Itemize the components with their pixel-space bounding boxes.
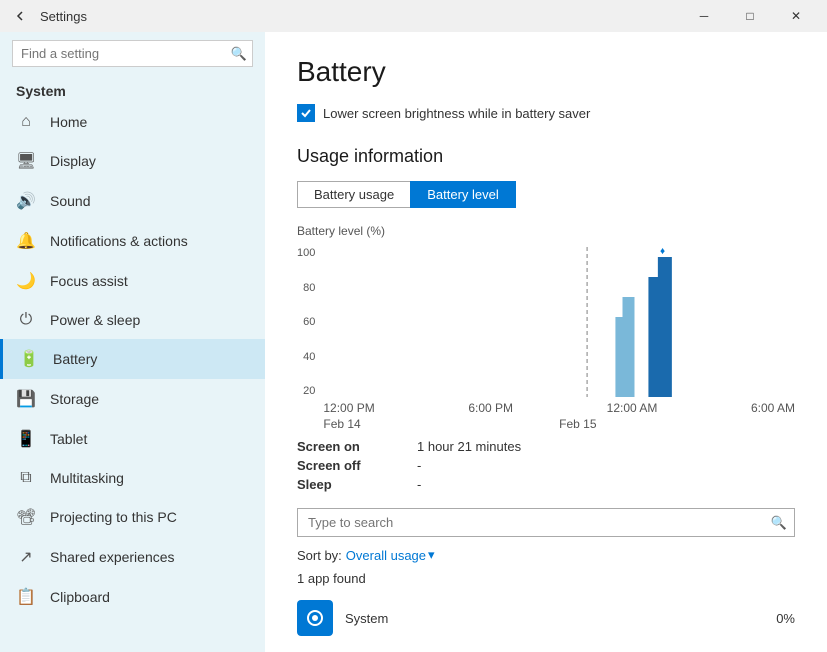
storage-icon: 💾 xyxy=(16,389,36,409)
sidebar-item-label-storage: Storage xyxy=(50,391,99,407)
y-tick-20: 20 xyxy=(297,385,315,397)
sidebar-item-label-home: Home xyxy=(50,114,87,130)
tab-group: Battery usage Battery level xyxy=(297,181,795,208)
sidebar-search-icon: 🔍 xyxy=(231,46,247,62)
sidebar-item-notifications[interactable]: 🔔 Notifications & actions xyxy=(0,221,265,261)
maximize-button[interactable]: □ xyxy=(727,0,773,32)
chart-body: ♦ xyxy=(323,247,795,397)
sort-label: Sort by: xyxy=(297,548,342,563)
sidebar-item-label-notifications: Notifications & actions xyxy=(50,233,188,249)
svg-text:♦: ♦ xyxy=(660,247,665,257)
notifications-icon: 🔔 xyxy=(16,231,36,251)
sort-chevron-icon: ▾ xyxy=(428,547,435,563)
close-button[interactable]: ✕ xyxy=(773,0,819,32)
clipboard-icon: 📋 xyxy=(16,587,36,607)
home-icon: ⌂ xyxy=(16,113,36,131)
app-icon-system xyxy=(297,600,333,636)
titlebar: Settings ─ □ ✕ xyxy=(0,0,827,32)
usage-section-title: Usage information xyxy=(297,146,795,167)
app-title: Settings xyxy=(40,9,87,24)
sleep-label: Sleep xyxy=(297,477,417,492)
sidebar-item-home[interactable]: ⌂ Home xyxy=(0,103,265,141)
sidebar: 🔍 System ⌂ Home 🖥 Display 🔊 Sound 🔔 Noti… xyxy=(0,32,265,652)
sort-row: Sort by: Overall usage ▾ xyxy=(297,547,795,563)
sidebar-item-label-multitasking: Multitasking xyxy=(50,470,124,486)
sidebar-item-power[interactable]: ⏻ Power & sleep xyxy=(0,301,265,339)
sidebar-item-label-projecting: Projecting to this PC xyxy=(50,509,177,525)
sort-value: Overall usage xyxy=(346,548,426,563)
screen-off-label: Screen off xyxy=(297,458,417,473)
tab-battery-usage[interactable]: Battery usage xyxy=(297,181,410,208)
power-icon: ⏻ xyxy=(16,311,36,329)
sidebar-item-clipboard[interactable]: 📋 Clipboard xyxy=(0,577,265,617)
sidebar-search-container: 🔍 xyxy=(0,32,265,75)
sort-dropdown[interactable]: Overall usage ▾ xyxy=(346,547,435,563)
tab-battery-level[interactable]: Battery level xyxy=(410,181,516,208)
tablet-icon: 📱 xyxy=(16,429,36,449)
sidebar-item-label-clipboard: Clipboard xyxy=(50,589,110,605)
app-row: System 0% xyxy=(297,594,795,642)
sidebar-search-input[interactable] xyxy=(12,40,253,67)
sidebar-section-label: System xyxy=(0,75,265,103)
screen-on-label: Screen on xyxy=(297,439,417,454)
sidebar-item-label-power: Power & sleep xyxy=(50,312,140,328)
sleep-value: - xyxy=(417,477,795,492)
date-feb14: Feb 14 xyxy=(323,417,360,431)
y-tick-100: 100 xyxy=(297,247,315,259)
main-content: Battery Lower screen brightness while in… xyxy=(265,32,827,652)
sidebar-item-battery[interactable]: 🔋 Battery xyxy=(0,339,265,379)
minimize-button[interactable]: ─ xyxy=(681,0,727,32)
y-tick-40: 40 xyxy=(297,351,315,363)
sidebar-item-label-sound: Sound xyxy=(50,193,90,209)
brightness-checkbox[interactable] xyxy=(297,104,315,122)
sidebar-item-display[interactable]: 🖥 Display xyxy=(0,141,265,181)
projecting-icon: 📽 xyxy=(16,507,36,527)
y-tick-60: 60 xyxy=(297,316,315,328)
page-title: Battery xyxy=(297,56,795,88)
x-tick-1200am: 12:00 AM xyxy=(607,401,658,415)
screen-off-value: - xyxy=(417,458,795,473)
app-name: System xyxy=(345,611,764,626)
x-tick-600am: 6:00 AM xyxy=(751,401,795,415)
brightness-label: Lower screen brightness while in battery… xyxy=(323,106,590,121)
x-tick-600pm: 6:00 PM xyxy=(468,401,513,415)
multitasking-icon: ⧉ xyxy=(16,469,36,487)
shared-icon: ↗ xyxy=(16,547,36,567)
focus-icon: 🌙 xyxy=(16,271,36,291)
sidebar-item-label-tablet: Tablet xyxy=(50,431,87,447)
y-tick-80: 80 xyxy=(297,282,315,294)
brightness-checkbox-row: Lower screen brightness while in battery… xyxy=(297,104,795,122)
sidebar-item-tablet[interactable]: 📱 Tablet xyxy=(0,419,265,459)
back-button[interactable] xyxy=(8,4,32,28)
sidebar-item-label-battery: Battery xyxy=(53,351,97,367)
date-feb15: Feb 15 xyxy=(559,417,596,431)
app-search-icon: 🔍 xyxy=(771,515,787,531)
usage-info-grid: Screen on 1 hour 21 minutes Screen off -… xyxy=(297,439,795,492)
sidebar-item-label-focus: Focus assist xyxy=(50,273,128,289)
sidebar-item-focus[interactable]: 🌙 Focus assist xyxy=(0,261,265,301)
app-search-input[interactable] xyxy=(297,508,795,537)
sidebar-item-storage[interactable]: 💾 Storage xyxy=(0,379,265,419)
sound-icon: 🔊 xyxy=(16,191,36,211)
x-tick-1200pm: 12:00 PM xyxy=(323,401,374,415)
sidebar-item-label-shared: Shared experiences xyxy=(50,549,175,565)
window-controls: ─ □ ✕ xyxy=(681,0,819,32)
screen-on-value: 1 hour 21 minutes xyxy=(417,439,795,454)
chart-y-axis: 20 40 60 80 100 xyxy=(297,247,323,397)
apps-count: 1 app found xyxy=(297,571,795,586)
sidebar-item-projecting[interactable]: 📽 Projecting to this PC xyxy=(0,497,265,537)
display-icon: 🖥 xyxy=(16,151,36,171)
sidebar-item-label-display: Display xyxy=(50,153,96,169)
sidebar-item-shared[interactable]: ↗ Shared experiences xyxy=(0,537,265,577)
battery-icon: 🔋 xyxy=(19,349,39,369)
app-usage: 0% xyxy=(776,611,795,626)
app-search-wrapper: 🔍 xyxy=(297,508,795,537)
sidebar-item-sound[interactable]: 🔊 Sound xyxy=(0,181,265,221)
sidebar-item-multitasking[interactable]: ⧉ Multitasking xyxy=(0,459,265,497)
chart-y-label: Battery level (%) xyxy=(297,224,795,238)
